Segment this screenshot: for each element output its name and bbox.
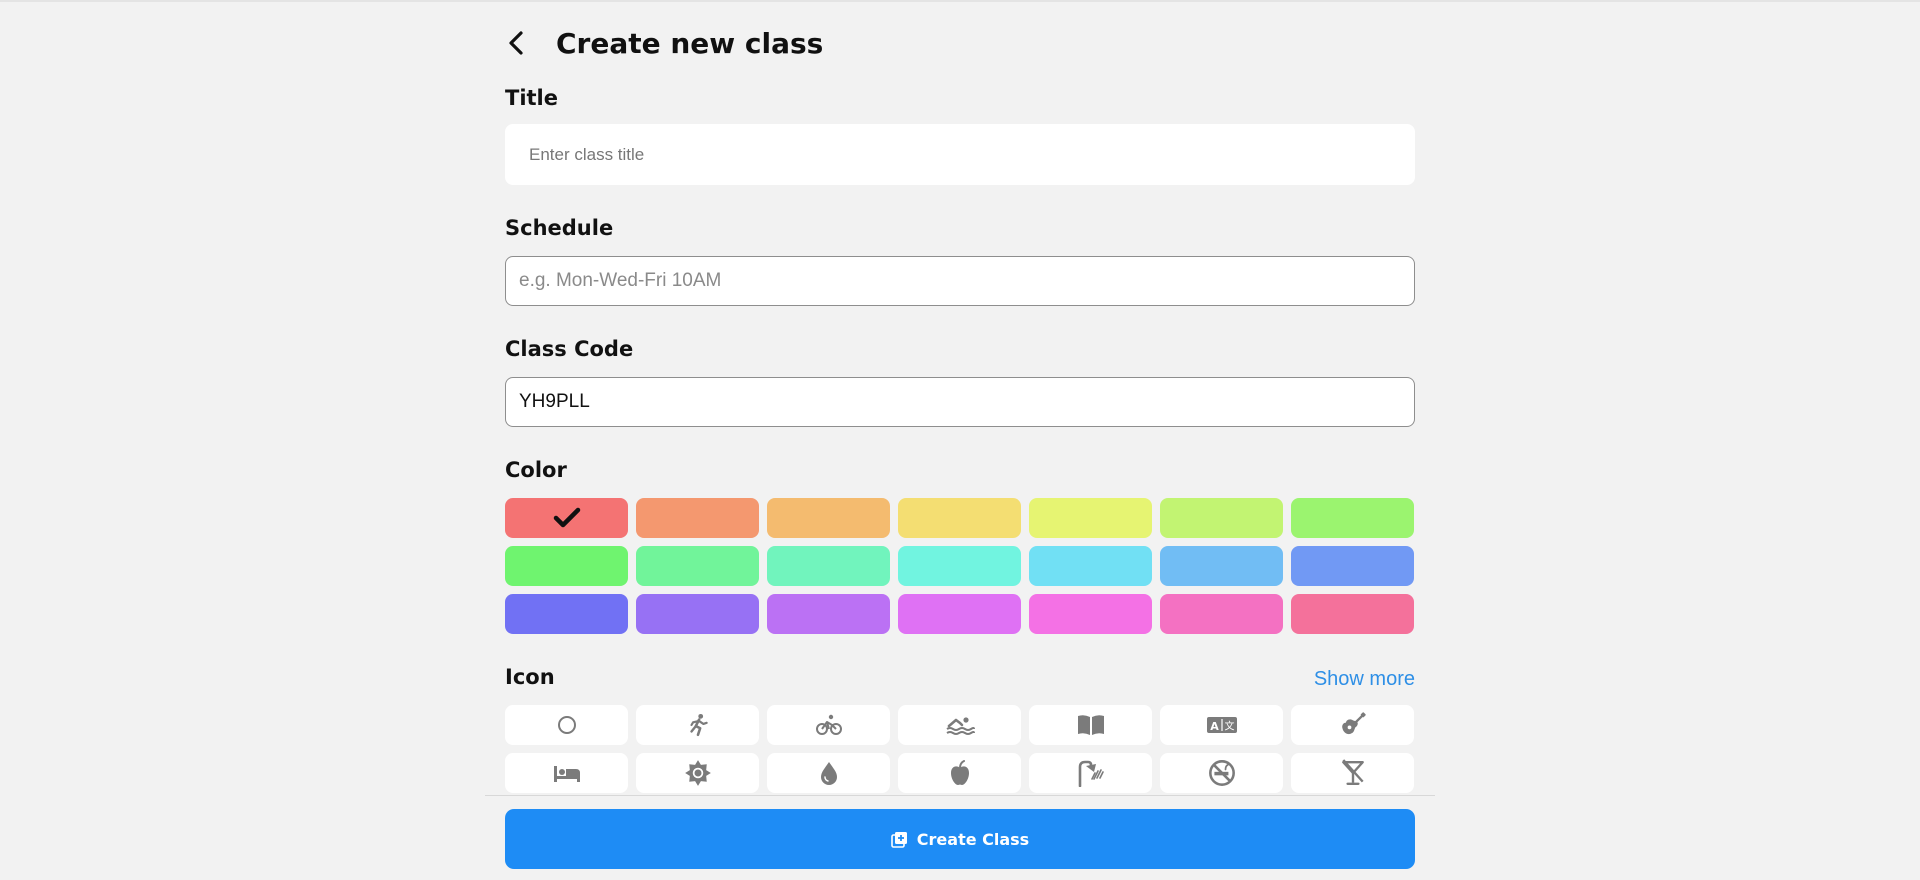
icon-option-circle[interactable] [505, 705, 628, 745]
no-smoking-icon [1208, 760, 1235, 786]
color-swatch[interactable] [1291, 546, 1414, 586]
water-drop-icon [820, 762, 837, 785]
svg-text:A: A [1210, 720, 1219, 733]
color-swatch[interactable] [636, 594, 759, 634]
color-picker [505, 498, 1415, 634]
create-class-button[interactable]: Create Class [505, 809, 1415, 869]
icon-picker: A 文 [505, 705, 1415, 793]
color-swatch[interactable] [767, 546, 890, 586]
icon-option-book[interactable] [1029, 705, 1152, 745]
icon-option-swimming[interactable] [898, 705, 1021, 745]
color-swatch[interactable] [636, 498, 759, 538]
color-swatch[interactable] [898, 498, 1021, 538]
bed-icon [553, 766, 580, 782]
header: Create new class [505, 22, 823, 64]
create-class-label: Create Class [916, 829, 1030, 849]
icon-option-shower[interactable] [1029, 753, 1152, 793]
color-swatch[interactable] [636, 546, 759, 586]
color-swatch[interactable] [898, 594, 1021, 634]
color-swatch[interactable] [505, 546, 628, 586]
color-label: Color [505, 458, 567, 482]
schedule-input[interactable] [505, 256, 1415, 306]
title-input[interactable] [505, 124, 1415, 185]
color-swatch-selected[interactable] [505, 498, 628, 538]
page-title: Create new class [556, 26, 824, 60]
icon-option-bed[interactable] [505, 753, 628, 793]
class-code-input[interactable] [505, 377, 1415, 427]
color-swatch[interactable] [505, 594, 628, 634]
swimming-icon [945, 717, 975, 735]
icon-option-running[interactable] [636, 705, 759, 745]
icon-option-translate[interactable]: A 文 [1160, 705, 1283, 745]
color-swatch[interactable] [1029, 546, 1152, 586]
icon-option-bicycle[interactable] [767, 705, 890, 745]
running-icon [689, 713, 708, 737]
color-swatch[interactable] [1291, 498, 1414, 538]
show-more-link[interactable]: Show more [1314, 668, 1415, 691]
footer-divider [485, 795, 1435, 796]
title-label: Title [505, 86, 559, 110]
icon-option-apple[interactable] [898, 753, 1021, 793]
checkmark-icon [553, 507, 580, 528]
color-swatch[interactable] [1160, 546, 1283, 586]
color-swatch[interactable] [1291, 594, 1414, 634]
schedule-label: Schedule [505, 216, 614, 240]
add-box-icon [890, 831, 908, 848]
color-swatch[interactable] [1029, 498, 1152, 538]
icon-option-water-drop[interactable] [767, 753, 890, 793]
guitar-icon [1341, 712, 1366, 735]
icon-option-no-drinks[interactable] [1291, 753, 1414, 793]
icon-option-no-smoking[interactable] [1160, 753, 1283, 793]
icon-option-sun[interactable] [636, 753, 759, 793]
color-swatch[interactable] [898, 546, 1021, 586]
create-class-form: Create new class Title Schedule Class Co… [485, 0, 1435, 880]
svg-text:文: 文 [1224, 720, 1234, 733]
book-icon [1077, 715, 1104, 735]
back-button[interactable] [505, 22, 539, 64]
class-code-label: Class Code [505, 337, 634, 361]
apple-icon [950, 760, 969, 785]
sun-icon [684, 760, 711, 786]
translate-icon: A 文 [1206, 717, 1237, 733]
icon-option-guitar[interactable] [1291, 705, 1414, 745]
shower-icon [1078, 760, 1104, 787]
color-swatch[interactable] [767, 498, 890, 538]
color-swatch[interactable] [767, 594, 890, 634]
color-swatch[interactable] [1160, 594, 1283, 634]
color-swatch[interactable] [1029, 594, 1152, 634]
chevron-left-icon [509, 31, 523, 55]
color-swatch[interactable] [1160, 498, 1283, 538]
icon-label: Icon [505, 665, 555, 689]
circle-icon [557, 716, 576, 734]
bicycle-icon [815, 714, 842, 735]
no-drinks-icon [1341, 759, 1364, 785]
